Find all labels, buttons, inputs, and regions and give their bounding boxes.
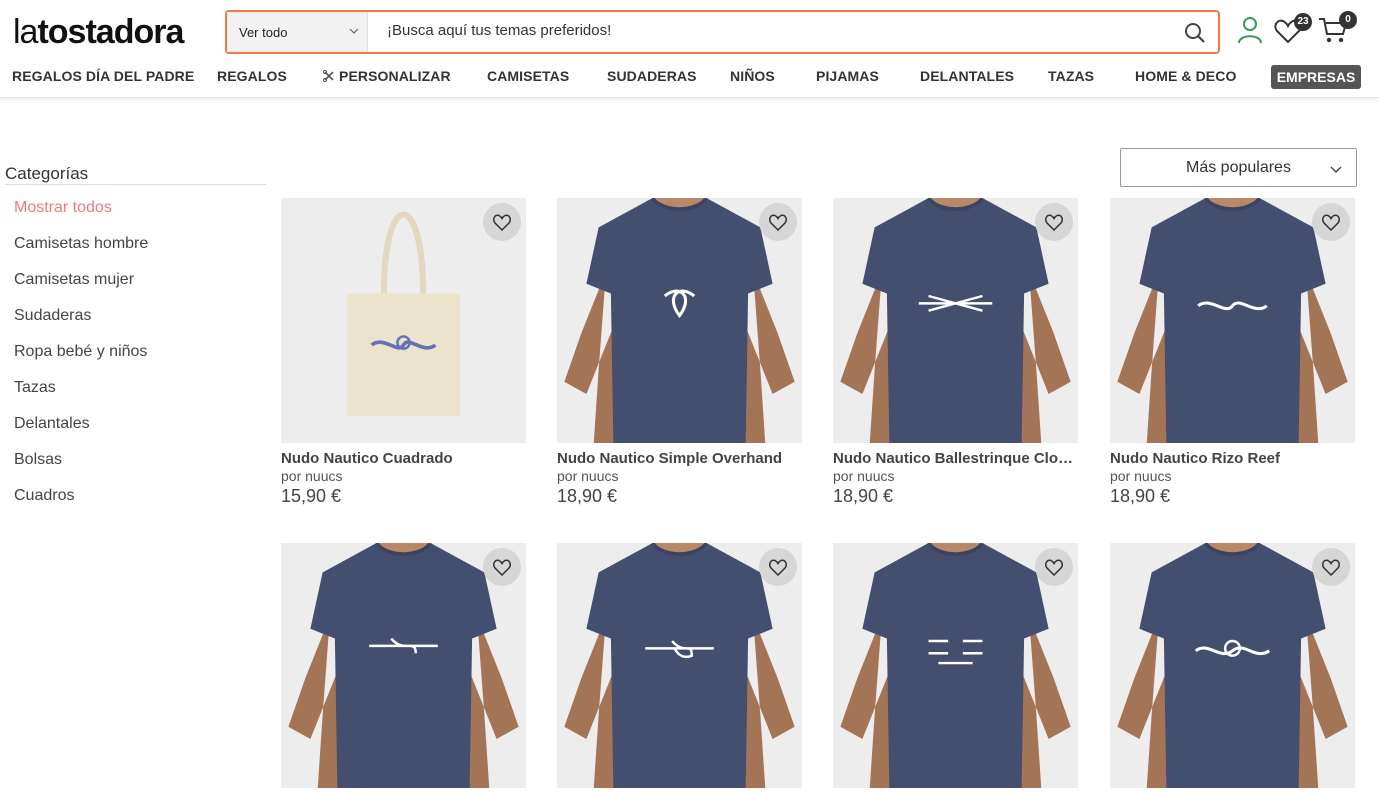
- nav-item-ninos[interactable]: NIÑOS: [730, 68, 775, 84]
- product-name[interactable]: Nudo Nautico Cuadrado: [281, 450, 526, 467]
- search-category-value: Ver todo: [239, 25, 288, 40]
- product-image-wrapper[interactable]: [281, 543, 526, 788]
- add-to-favorites-button[interactable]: [759, 548, 797, 586]
- site-header: latostadora Ver todo ¡Busca aquí tus tem…: [0, 0, 1379, 98]
- chevron-down-icon: [349, 28, 359, 34]
- search-bar: Ver todo ¡Busca aquí tus temas preferido…: [225, 10, 1220, 54]
- nav-item-tazas[interactable]: TAZAS: [1048, 68, 1094, 84]
- main-nav: REGALOS DÍA DEL PADRE REGALOS PERSONALIZ…: [12, 65, 1362, 89]
- product-image-wrapper[interactable]: [557, 198, 802, 443]
- product-card[interactable]: [557, 543, 802, 788]
- favorites-count-badge: 23: [1294, 13, 1312, 31]
- nav-item-sudaderas[interactable]: SUDADERAS: [607, 68, 697, 84]
- product-card[interactable]: [833, 543, 1078, 788]
- heart-icon: [1045, 559, 1063, 576]
- nav-item-regalos[interactable]: REGALOS: [217, 68, 287, 84]
- nav-item-personalizar[interactable]: PERSONALIZAR: [323, 68, 451, 84]
- category-item-bolsas[interactable]: Bolsas: [14, 450, 148, 486]
- nav-item-camisetas[interactable]: CAMISETAS: [487, 68, 569, 84]
- product-image-wrapper[interactable]: [833, 543, 1078, 788]
- product-image-wrapper[interactable]: [1110, 543, 1355, 788]
- heart-icon: [1045, 214, 1063, 231]
- heart-icon: [1322, 214, 1340, 231]
- add-to-favorites-button[interactable]: [1035, 203, 1073, 241]
- category-item-delantales[interactable]: Delantales: [14, 414, 148, 450]
- category-item-cuadros[interactable]: Cuadros: [14, 486, 148, 522]
- product-author[interactable]: por nuucs: [1110, 468, 1355, 484]
- product-image-wrapper[interactable]: [833, 198, 1078, 443]
- categories-list: Mostrar todos Camisetas hombre Camisetas…: [14, 198, 148, 522]
- add-to-favorites-button[interactable]: [1035, 548, 1073, 586]
- heart-icon: [769, 559, 787, 576]
- category-item-sudaderas[interactable]: Sudaderas: [14, 306, 148, 342]
- chevron-down-icon: [1330, 166, 1342, 173]
- cart-count-badge: 0: [1339, 11, 1357, 29]
- heart-icon: [493, 214, 511, 231]
- product-card[interactable]: Nudo Nautico Rizo Reef por nuucs 18,90 €: [1110, 198, 1355, 507]
- product-name[interactable]: Nudo Nautico Simple Overhand: [557, 450, 802, 467]
- product-author[interactable]: por nuucs: [281, 468, 526, 484]
- product-price: 18,90 €: [1110, 486, 1171, 506]
- product-card[interactable]: [1110, 543, 1355, 788]
- product-price: 18,90 €: [557, 486, 618, 506]
- category-item-camisetas-hombre[interactable]: Camisetas hombre: [14, 234, 148, 270]
- product-card[interactable]: Nudo Nautico Cuadrado por nuucs 15,90 €: [281, 198, 526, 507]
- category-item-camisetas-mujer[interactable]: Camisetas mujer: [14, 270, 148, 306]
- nav-item-delantales[interactable]: DELANTALES: [920, 68, 1014, 84]
- nav-item-home-deco[interactable]: HOME & DECO: [1135, 68, 1236, 84]
- heart-icon: [769, 214, 787, 231]
- search-input[interactable]: ¡Busca aquí tus temas preferidos!: [387, 22, 611, 39]
- nav-empresas-button[interactable]: EMPRESAS: [1271, 65, 1361, 89]
- scissors-icon: [323, 70, 334, 82]
- product-image-wrapper[interactable]: [1110, 198, 1355, 443]
- categories-title: Categorías: [5, 164, 89, 183]
- product-card[interactable]: [281, 543, 526, 788]
- nav-item-regalos-dia-del-padre[interactable]: REGALOS DÍA DEL PADRE: [12, 68, 194, 84]
- category-item-tazas[interactable]: Tazas: [14, 378, 148, 414]
- search-category-select[interactable]: Ver todo: [227, 12, 368, 52]
- product-author[interactable]: por nuucs: [557, 468, 802, 484]
- site-logo[interactable]: latostadora: [13, 12, 184, 52]
- product-name[interactable]: Nudo Nautico Rizo Reef: [1110, 450, 1355, 467]
- heart-icon: [493, 559, 511, 576]
- add-to-favorites-button[interactable]: [759, 203, 797, 241]
- add-to-favorites-button[interactable]: [1312, 203, 1350, 241]
- product-image-wrapper[interactable]: [281, 198, 526, 443]
- sort-value: Más populares: [1186, 159, 1291, 176]
- sort-select[interactable]: Más populares: [1120, 148, 1357, 187]
- heart-icon: [1322, 559, 1340, 576]
- product-image-wrapper[interactable]: [557, 543, 802, 788]
- category-item-mostrar-todos[interactable]: Mostrar todos: [14, 198, 148, 234]
- product-card[interactable]: Nudo Nautico Ballestrinque Clo… por nuucs…: [833, 198, 1078, 507]
- product-author[interactable]: por nuucs: [833, 468, 1078, 484]
- product-price: 15,90 €: [281, 486, 342, 506]
- add-to-favorites-button[interactable]: [1312, 548, 1350, 586]
- categories-divider: [5, 184, 266, 185]
- add-to-favorites-button[interactable]: [483, 203, 521, 241]
- product-name[interactable]: Nudo Nautico Ballestrinque Clo…: [833, 450, 1078, 467]
- category-item-ropa-bebe-ninos[interactable]: Ropa bebé y niños: [14, 342, 148, 378]
- product-card[interactable]: Nudo Nautico Simple Overhand por nuucs 18,…: [557, 198, 802, 507]
- add-to-favorites-button[interactable]: [483, 548, 521, 586]
- user-account-icon[interactable]: [1237, 16, 1263, 44]
- product-price: 18,90 €: [833, 486, 894, 506]
- search-icon[interactable]: [1184, 22, 1206, 44]
- nav-item-pijamas[interactable]: PIJAMAS: [816, 68, 879, 84]
